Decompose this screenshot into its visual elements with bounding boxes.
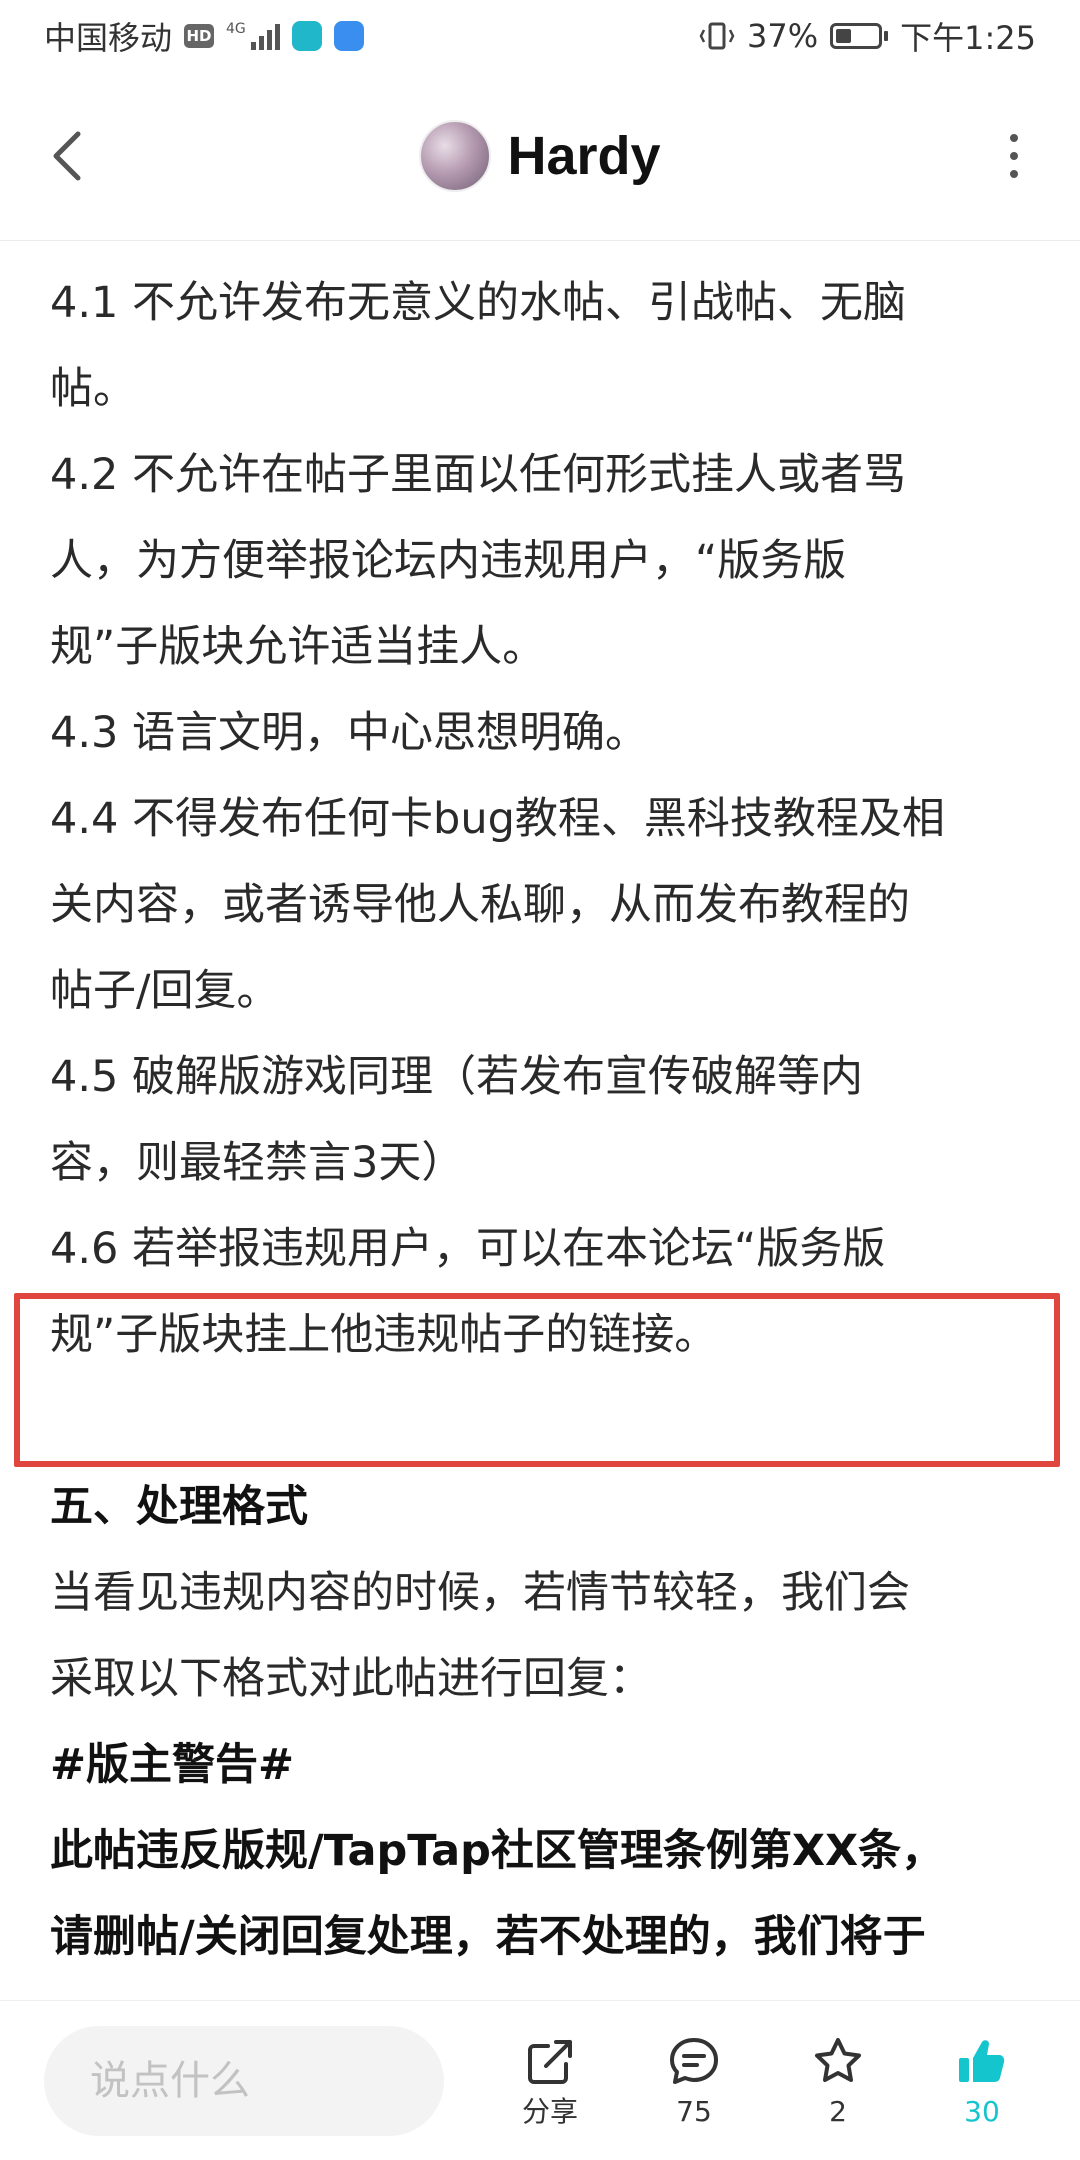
more-dot-icon [1010,152,1018,160]
author-info[interactable]: Hardy [419,120,661,192]
thumbs-up-icon [959,2039,1005,2082]
rule-line: 帖子/回复。 [50,966,280,1016]
star-icon [815,2037,861,2082]
carrier-label: 中国移动 [44,19,173,57]
body-line: 采取以下格式对此帖进行回复： [50,1654,652,1704]
rule-line: 4.6 若举报违规用户，可以在本论坛“版务版 [50,1224,886,1274]
vibrate-icon [699,22,735,50]
shield-app-icon [291,21,322,51]
share-label: 分享 [521,2094,578,2128]
rule-line: 帖。 [50,364,136,414]
clock: 下午1:25 [900,19,1036,57]
battery-percent: 37% [747,17,819,55]
rule-line: 4.2 不允许在帖子里面以任何形式挂人或者骂 [50,450,907,500]
favorite-count: 2 [829,2094,847,2128]
section-heading-partial: 四、发帖和回帖 [50,240,1040,260]
avatar[interactable] [419,120,492,192]
highlighted-rule-line: 4.5 破解版游戏同理（若发布宣传破解等内 [50,1052,864,1102]
rule-line: 规”子版块允许适当挂人。 [50,622,546,672]
post-body: 四、发帖和回帖 4.1 不允许发布无意义的水帖、引战帖、无脑 帖。 4.2 不允… [50,240,1040,1980]
network-type: 4G [226,21,246,37]
favorite-button[interactable]: 2 [790,2034,886,2128]
comment-icon [670,2037,718,2084]
warning-tag: #版主警告# [50,1740,295,1790]
chevron-left-icon [53,131,81,181]
warning-line: 此帖违反版规/TapTap社区管理条例第XX条， [50,1826,945,1876]
share-icon [528,2039,572,2084]
rule-line: 4.4 不得发布任何卡bug教程、黑科技教程及相 [50,794,945,844]
status-left: 中国移动 HD 4G [44,13,364,59]
hd-icon: HD [184,24,215,48]
post-actions: 分享 75 2 30 [502,2034,1030,2128]
more-dot-icon [1010,134,1018,142]
cloud-app-icon [333,21,364,51]
author-name[interactable]: Hardy [507,125,660,187]
comment-count: 75 [676,2094,712,2128]
warning-line: 请删帖/关闭回复处理，若不处理的，我们将于 [50,1912,926,1962]
post-content: 四、发帖和回帖 4.1 不允许发布无意义的水帖、引战帖、无脑 帖。 4.2 不允… [0,240,1080,2000]
rule-line: 规”子版块挂上他违规帖子的链接。 [50,1310,718,1360]
body-line: 当看见违规内容的时候，若情节较轻，我们会 [50,1568,910,1618]
section-heading: 五、处理格式 [50,1482,308,1532]
like-count: 30 [964,2094,1000,2128]
comment-button[interactable]: 75 [646,2034,742,2128]
rule-line: 人，为方便举报论坛内违规用户，“版务版 [50,536,847,586]
more-options-button[interactable] [1004,128,1024,184]
rule-line: 关内容，或者诱导他人私聊，从而发布教程的 [50,880,910,930]
highlighted-rule-line: 容，则最轻禁言3天） [50,1138,465,1188]
status-bar: 中国移动 HD 4G 37% 下午1:25 [0,0,1080,72]
share-button[interactable]: 分享 [502,2034,598,2128]
signal-icon: 4G [226,22,280,50]
like-button[interactable]: 30 [934,2034,1030,2128]
rule-line: 4.1 不允许发布无意义的水帖、引战帖、无脑 [50,278,907,328]
battery-icon [830,23,889,49]
back-button[interactable] [40,128,96,184]
post-header: Hardy [0,72,1080,241]
more-dot-icon [1010,170,1018,178]
rule-line: 4.3 语言文明，中心思想明确。 [50,708,649,758]
bottom-action-bar: 分享 75 2 30 [0,2000,1080,2160]
comment-input[interactable] [44,2025,444,2136]
status-right: 37% 下午1:25 [699,13,1036,59]
